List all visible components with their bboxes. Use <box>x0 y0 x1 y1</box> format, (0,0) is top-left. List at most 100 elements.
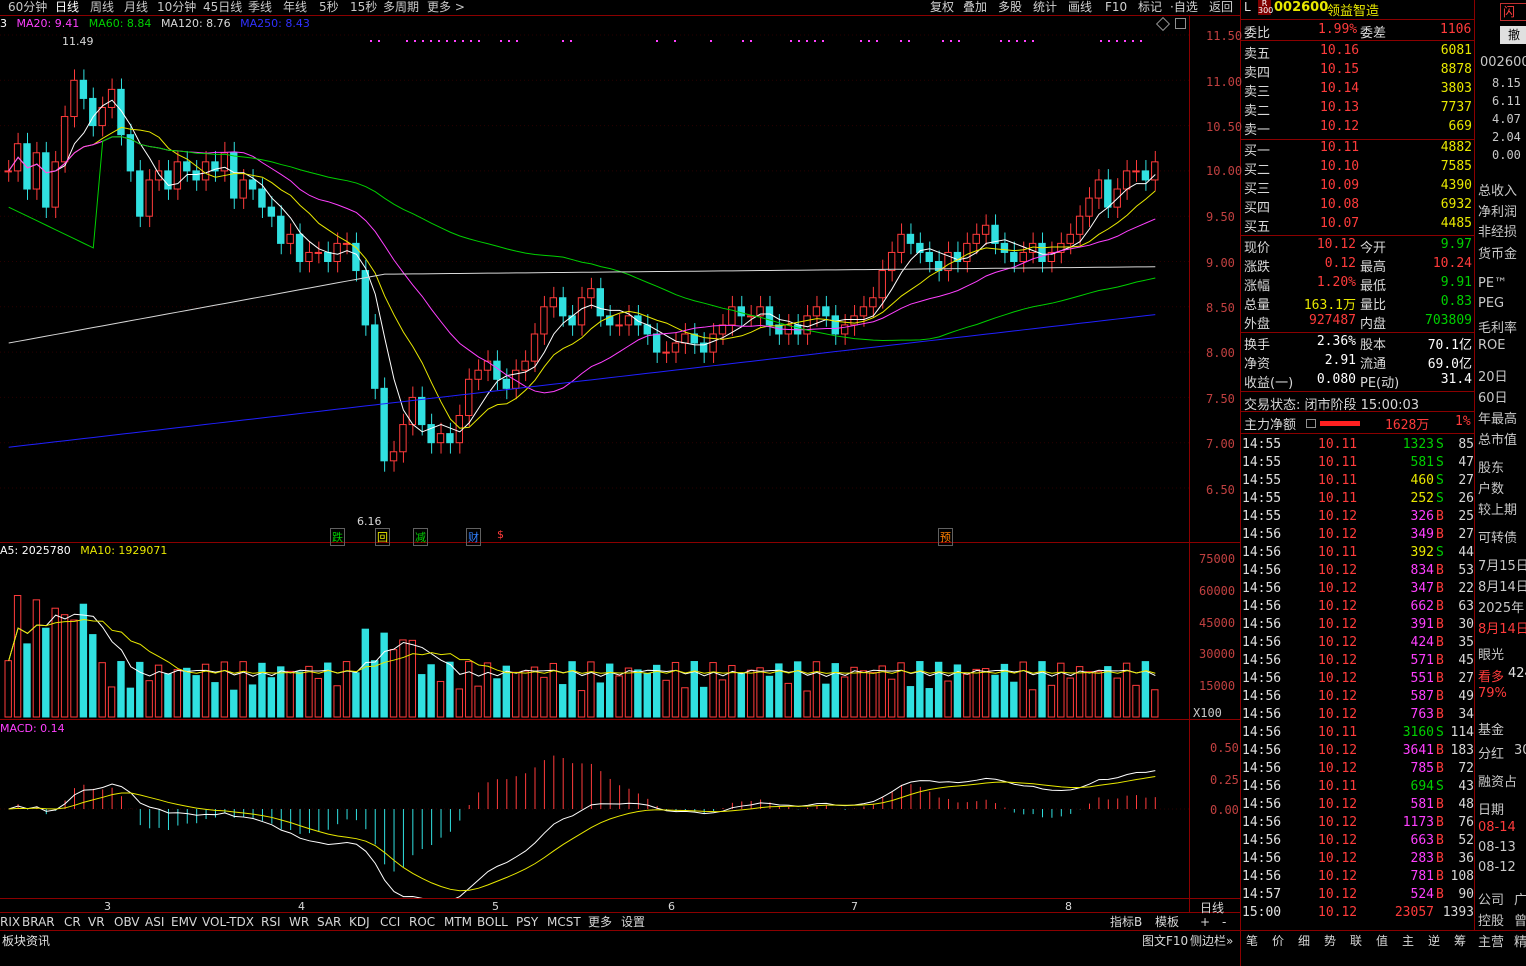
macd-chart[interactable] <box>0 720 1189 898</box>
volume-chart[interactable] <box>0 543 1189 719</box>
tick-row[interactable]: 14:56 10.12 785 B 72 <box>1242 761 1474 779</box>
tick-row[interactable]: 14:56 10.12 3641 B 183 <box>1242 743 1474 761</box>
tab-5sec[interactable]: 5秒 <box>319 0 339 14</box>
tool-back[interactable]: 返回 <box>1209 0 1233 15</box>
tick-row[interactable]: 14:56 10.12 283 B 36 <box>1242 851 1474 869</box>
kline-chart[interactable] <box>0 16 1189 542</box>
tick-row[interactable]: 14:56 10.12 571 B 45 <box>1242 653 1474 671</box>
flash-button[interactable]: 闪 <box>1500 3 1526 21</box>
tick-row[interactable]: 14:55 10.11 1323 S 85 <box>1242 437 1474 455</box>
tick-row[interactable]: 14:55 10.11 460 S 27 <box>1242 473 1474 491</box>
tool-mark[interactable]: 标记 <box>1138 0 1162 15</box>
tool-draw[interactable]: 画线 <box>1068 0 1092 15</box>
tick-row[interactable]: 14:56 10.11 392 S 44 <box>1242 545 1474 563</box>
tab-year[interactable]: 年线 <box>283 0 307 14</box>
ind-tab-asi[interactable]: ASI <box>145 914 164 930</box>
remove-indicator-icon[interactable]: - <box>1222 914 1226 930</box>
tool-f10[interactable]: F10 <box>1105 0 1127 15</box>
ind-tab-cr[interactable]: CR <box>64 914 81 930</box>
tool-watchlist[interactable]: ·自选 <box>1170 0 1198 15</box>
bid-price[interactable]: 10.08 <box>1320 197 1359 212</box>
template-button[interactable]: 模板 <box>1155 914 1179 930</box>
tab-monthly[interactable]: 月线 <box>124 0 148 14</box>
ind-tab-obv[interactable]: OBV <box>114 914 140 930</box>
tab-trend[interactable]: 势 <box>1324 933 1336 949</box>
tick-row[interactable]: 15:00 10.12 23057 1393 <box>1242 905 1474 923</box>
tab-link[interactable]: 联 <box>1350 933 1362 949</box>
sector-news-link[interactable]: 板块资讯 <box>2 933 50 949</box>
tab-trades[interactable]: 笔 <box>1246 933 1258 949</box>
tick-row[interactable]: 14:56 10.12 663 B 52 <box>1242 833 1474 851</box>
ind-tab-roc[interactable]: ROC <box>409 914 435 930</box>
ind-tab-emv[interactable]: EMV <box>171 914 197 930</box>
flow-detail-icon[interactable] <box>1306 419 1316 428</box>
tick-row[interactable]: 14:56 10.12 391 B 30 <box>1242 617 1474 635</box>
bid-price[interactable]: 10.09 <box>1320 178 1359 193</box>
tab-quarter[interactable]: 季线 <box>248 0 272 14</box>
tick-row[interactable]: 14:56 10.12 349 B 27 <box>1242 527 1474 545</box>
tick-row[interactable]: 14:56 10.12 347 B 22 <box>1242 581 1474 599</box>
tick-row[interactable]: 14:56 10.11 3160 S 114 <box>1242 725 1474 743</box>
tick-row[interactable]: 14:55 10.11 581 S 47 <box>1242 455 1474 473</box>
tab-45day[interactable]: 45日线 <box>203 0 242 14</box>
ind-tab-mcst[interactable]: MCST <box>547 914 581 930</box>
ind-tab-psy[interactable]: PSY <box>516 914 538 930</box>
ind-tab-cci[interactable]: CCI <box>380 914 400 930</box>
tick-row[interactable]: 14:56 10.12 781 B 108 <box>1242 869 1474 887</box>
ind-tab-kdj[interactable]: KDJ <box>349 914 370 930</box>
tab-60min[interactable]: 60分钟 <box>8 0 47 14</box>
ask-price[interactable]: 10.13 <box>1320 100 1359 115</box>
f10-link[interactable]: 图文F10 <box>1142 933 1188 949</box>
ind-tab-more[interactable]: 更多 <box>588 914 612 930</box>
tab-daily[interactable]: 日线 <box>55 0 79 14</box>
indicator-b-button[interactable]: 指标B <box>1110 914 1142 930</box>
ind-tab-boll[interactable]: BOLL <box>477 914 508 930</box>
ind-tab-vr[interactable]: VR <box>88 914 105 930</box>
ind-tab-rix[interactable]: RIX <box>0 914 20 930</box>
tab-multi-period[interactable]: 多周期 <box>383 0 419 14</box>
ind-tab-brar[interactable]: BRAR <box>22 914 55 930</box>
tool-fuquan[interactable]: 复权 <box>930 0 954 15</box>
ind-tab-wr[interactable]: WR <box>289 914 309 930</box>
tab-reverse[interactable]: 逆 <box>1428 933 1440 949</box>
ind-tab-sar[interactable]: SAR <box>317 914 341 930</box>
tab-detail[interactable]: 细 <box>1298 933 1310 949</box>
cancel-button[interactable]: 撤 <box>1500 26 1526 44</box>
bid-price[interactable]: 10.07 <box>1320 216 1359 231</box>
tool-overlay[interactable]: 叠加 <box>963 0 987 15</box>
tab-weekly[interactable]: 周线 <box>90 0 114 14</box>
add-indicator-icon[interactable]: + <box>1200 914 1210 930</box>
ind-tab-vol-tdx[interactable]: VOL-TDX <box>202 914 254 930</box>
tick-row[interactable]: 14:56 10.12 662 B 63 <box>1242 599 1474 617</box>
tick-row[interactable]: 14:56 10.12 834 B 53 <box>1242 563 1474 581</box>
tick-row[interactable]: 14:56 10.12 424 B 35 <box>1242 635 1474 653</box>
tick-row[interactable]: 14:57 10.12 524 B 90 <box>1242 887 1474 905</box>
ask-price[interactable]: 10.14 <box>1320 81 1359 96</box>
tab-15sec[interactable]: 15秒 <box>350 0 377 14</box>
tool-multi-stock[interactable]: 多股 <box>998 0 1022 15</box>
tab-price[interactable]: 价 <box>1272 933 1284 949</box>
tab-main[interactable]: 主 <box>1402 933 1414 949</box>
tick-row[interactable]: 14:55 10.12 326 B 25 <box>1242 509 1474 527</box>
tick-row[interactable]: 14:56 10.11 694 S 43 <box>1242 779 1474 797</box>
tick-row[interactable]: 14:56 10.12 551 B 27 <box>1242 671 1474 689</box>
tick-row[interactable]: 14:56 10.12 1173 B 76 <box>1242 815 1474 833</box>
tick-row[interactable]: 14:56 10.12 581 B 48 <box>1242 797 1474 815</box>
tool-stats[interactable]: 统计 <box>1033 0 1057 15</box>
tab-more[interactable]: 更多 > <box>427 0 465 14</box>
tab-value[interactable]: 值 <box>1376 933 1388 949</box>
ind-tab-settings[interactable]: 设置 <box>621 914 645 930</box>
tab-10min[interactable]: 10分钟 <box>157 0 196 14</box>
ind-tab-mtm[interactable]: MTM <box>444 914 472 930</box>
tick-row[interactable]: 14:55 10.11 252 S 26 <box>1242 491 1474 509</box>
expand-icon[interactable] <box>1175 18 1186 29</box>
ask-price[interactable]: 10.15 <box>1320 62 1359 77</box>
bid-price[interactable]: 10.10 <box>1320 159 1359 174</box>
tick-row[interactable]: 14:56 10.12 587 B 49 <box>1242 689 1474 707</box>
ask-price[interactable]: 10.16 <box>1320 43 1359 58</box>
bid-price[interactable]: 10.11 <box>1320 140 1359 155</box>
sidebar-toggle[interactable]: 侧边栏» <box>1190 933 1233 949</box>
ask-price[interactable]: 10.12 <box>1320 119 1359 134</box>
ind-tab-rsi[interactable]: RSI <box>261 914 281 930</box>
tab-chips[interactable]: 筹 <box>1454 933 1466 949</box>
